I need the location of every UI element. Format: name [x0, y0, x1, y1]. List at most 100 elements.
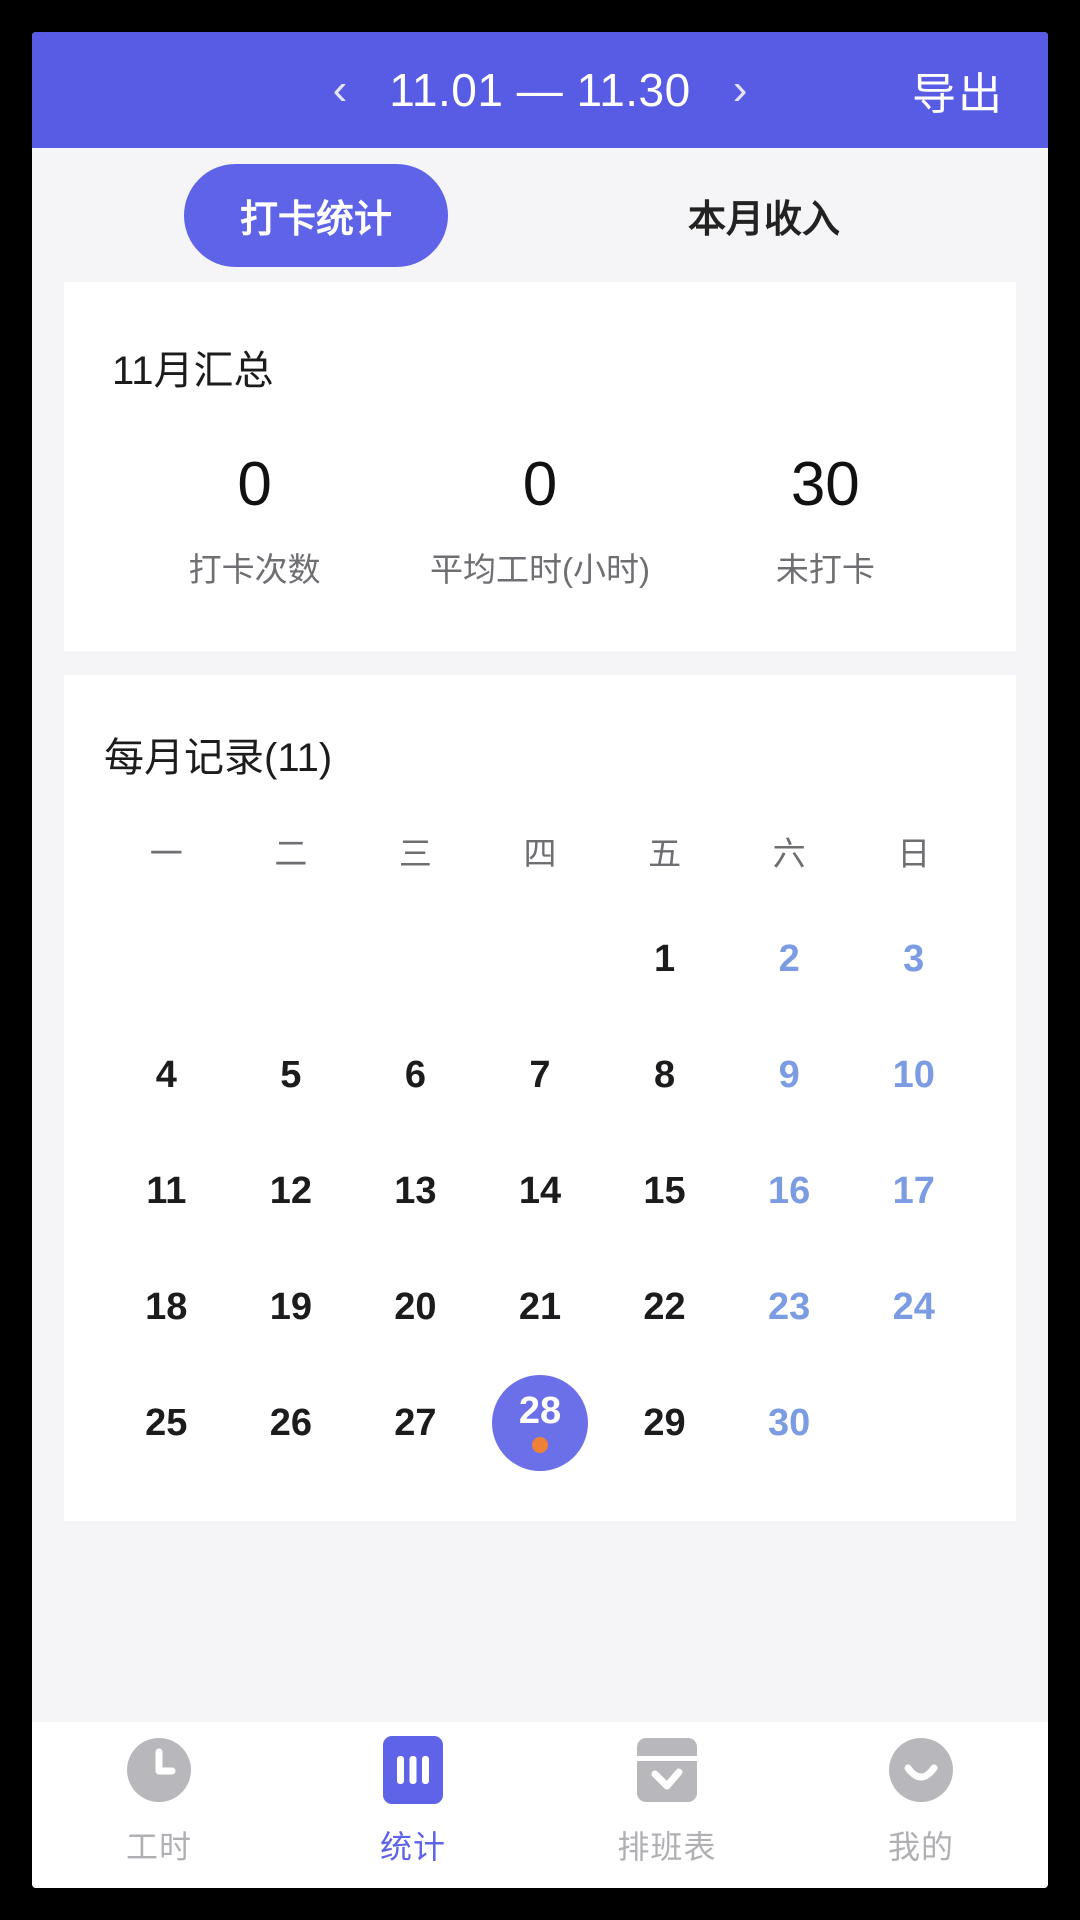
nav-item-statistics-label: 统计 [379, 1829, 446, 1865]
content-scroll-area[interactable]: 11月汇总 0 打卡次数 0 平均工时(小时) 30 未打卡 每月记录(11) [32, 282, 1048, 1722]
calendar-day-blank: . [353, 901, 478, 1017]
calendar-day-number: 4 [155, 1054, 177, 1097]
calendar-day-number: 8 [653, 1054, 676, 1097]
calendar-day-number: 21 [518, 1286, 562, 1329]
calendar-day-number: 15 [643, 1170, 686, 1213]
calendar-day-24[interactable]: 24 [851, 1249, 976, 1365]
stat-punch-count: 0 打卡次数 [112, 452, 397, 591]
calendar-day-number: 24 [892, 1286, 935, 1329]
weekday-wed: 三 [398, 835, 432, 873]
calendar-day-23[interactable]: 23 [727, 1249, 852, 1365]
calendar-day-9[interactable]: 9 [727, 1017, 852, 1133]
bar-chart-icon [375, 1732, 451, 1808]
calendar-day-number: 16 [767, 1170, 811, 1213]
stat-missed-punch-value: 30 [790, 450, 860, 519]
calendar-day-8[interactable]: 8 [602, 1017, 727, 1133]
calendar-day-20[interactable]: 20 [353, 1249, 478, 1365]
calendar-day-number: 20 [394, 1286, 437, 1329]
calendar-day-18[interactable]: 18 [104, 1249, 229, 1365]
date-range-label[interactable]: 11.01 — 11.30 [389, 63, 690, 117]
schedule-icon [629, 1732, 705, 1808]
nav-item-statistics[interactable]: 统计 [286, 1732, 540, 1868]
calendar-day-number: 17 [892, 1170, 935, 1213]
nav-item-worktime[interactable]: 工时 [32, 1732, 286, 1868]
calendar-day-25[interactable]: 25 [104, 1365, 229, 1481]
stat-punch-count-label: 打卡次数 [188, 551, 321, 589]
calendar-day-number: 12 [269, 1170, 312, 1213]
bottom-navigation: 工时 统计 排班表 我的 [32, 1722, 1048, 1888]
calendar-day-2[interactable]: 2 [727, 901, 852, 1017]
calendar-card-title: 每月记录(11) [104, 736, 333, 781]
calendar-day-26[interactable]: 26 [229, 1365, 354, 1481]
calendar-day-27[interactable]: 27 [353, 1365, 478, 1481]
calendar-day-number: 28 [518, 1390, 562, 1433]
calendar-day-number: 18 [145, 1286, 188, 1329]
calendar-day-10[interactable]: 10 [851, 1017, 976, 1133]
tab-punch-stats[interactable]: 打卡统计 [92, 163, 540, 267]
stat-missed-punch-label: 未打卡 [775, 551, 875, 589]
calendar-day-number: 3 [903, 938, 925, 981]
smiley-icon [883, 1732, 959, 1808]
calendar-day-15[interactable]: 15 [602, 1133, 727, 1249]
calendar-day-number: 26 [269, 1402, 312, 1445]
calendar-day-12[interactable]: 12 [229, 1133, 354, 1249]
calendar-day-11[interactable]: 11 [104, 1133, 229, 1249]
calendar-card: 每月记录(11) 一 二 三 四 五 六 日 ....1234567891011… [64, 675, 1016, 1522]
nav-item-worktime-label: 工时 [125, 1829, 192, 1865]
calendar-day-number: 7 [529, 1054, 551, 1097]
chevron-left-icon[interactable]: ‹ [325, 64, 356, 116]
date-range-selector: ‹ 11.01 — 11.30 › [325, 63, 756, 117]
weekday-tue: 二 [274, 835, 308, 873]
stat-punch-count-value: 0 [237, 450, 272, 519]
export-button[interactable]: 导出 [912, 58, 1004, 122]
summary-card: 11月汇总 0 打卡次数 0 平均工时(小时) 30 未打卡 [64, 282, 1016, 652]
tab-monthly-income[interactable]: 本月收入 [540, 164, 988, 267]
calendar-day-6[interactable]: 6 [353, 1017, 478, 1133]
calendar-day-number: 27 [394, 1402, 437, 1445]
stat-avg-hours-value: 0 [522, 450, 558, 519]
weekday-fri: 五 [648, 835, 682, 873]
nav-item-profile-label: 我的 [887, 1829, 954, 1865]
tab-punch-stats-label: 打卡统计 [183, 163, 448, 267]
calendar-day-number: 14 [518, 1170, 562, 1213]
weekday-mon: 一 [149, 835, 183, 873]
calendar-day-number: 9 [778, 1054, 800, 1097]
calendar-day-number: 6 [404, 1054, 426, 1097]
calendar-day-7[interactable]: 7 [478, 1017, 603, 1133]
calendar-day-number: 13 [394, 1170, 437, 1213]
chevron-right-icon[interactable]: › [725, 64, 756, 116]
calendar-day-number: 2 [778, 938, 800, 981]
calendar-day-number: 23 [767, 1286, 811, 1329]
nav-item-schedule-label: 排班表 [617, 1829, 717, 1865]
calendar-day-number: 22 [643, 1286, 686, 1329]
calendar-day-22[interactable]: 22 [602, 1249, 727, 1365]
calendar-day-blank: . [229, 901, 354, 1017]
calendar-day-number: 29 [643, 1402, 686, 1445]
nav-item-profile[interactable]: 我的 [794, 1732, 1048, 1868]
calendar-day-blank: . [478, 901, 603, 1017]
calendar-day-14[interactable]: 14 [478, 1133, 603, 1249]
calendar-day-4[interactable]: 4 [104, 1017, 229, 1133]
calendar-day-21[interactable]: 21 [478, 1249, 603, 1365]
calendar-day-28[interactable]: 28 [478, 1365, 603, 1481]
calendar-day-13[interactable]: 13 [353, 1133, 478, 1249]
summary-stats-row: 0 打卡次数 0 平均工时(小时) 30 未打卡 [112, 452, 968, 591]
nav-item-schedule[interactable]: 排班表 [540, 1732, 794, 1868]
calendar-day-17[interactable]: 17 [851, 1133, 976, 1249]
tab-bar: 打卡统计 本月收入 [32, 148, 1048, 282]
calendar-day-16[interactable]: 16 [727, 1133, 852, 1249]
calendar-day-number: 30 [767, 1402, 811, 1445]
calendar-day-number: 5 [280, 1054, 302, 1097]
calendar-day-30[interactable]: 30 [727, 1365, 852, 1481]
calendar-day-1[interactable]: 1 [602, 901, 727, 1017]
stat-missed-punch: 30 未打卡 [683, 452, 968, 591]
calendar-day-number: 11 [146, 1170, 187, 1213]
calendar-day-3[interactable]: 3 [851, 901, 976, 1017]
calendar-day-5[interactable]: 5 [229, 1017, 354, 1133]
calendar-day-19[interactable]: 19 [229, 1249, 354, 1365]
stat-avg-hours-label: 平均工时(小时) [430, 551, 650, 589]
calendar-days-grid: ....123456789101112131415161718192021222… [104, 901, 976, 1481]
weekday-header-row: 一 二 三 四 五 六 日 [104, 827, 976, 875]
summary-card-title: 11月汇总 [112, 349, 274, 393]
calendar-day-29[interactable]: 29 [602, 1365, 727, 1481]
